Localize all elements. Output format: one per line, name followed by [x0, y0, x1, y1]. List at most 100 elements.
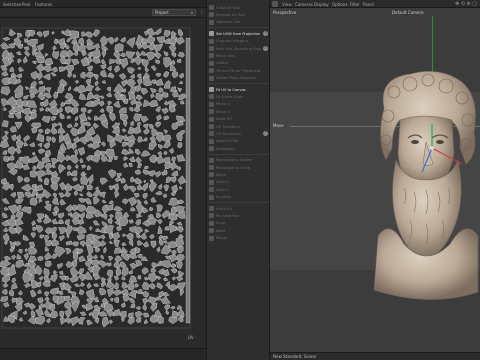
tool-item[interactable]: Align to Grid	[209, 138, 269, 145]
uv-island	[81, 164, 87, 169]
tool-icon	[209, 157, 214, 163]
tool-item[interactable]: Merge	[209, 235, 269, 242]
menu-selection[interactable]: Selection	[3, 2, 21, 7]
help-icon[interactable]: ?	[263, 46, 268, 51]
tool-item[interactable]: Equalize	[209, 194, 269, 201]
tool-item[interactable]: Pin Selection	[209, 212, 269, 219]
tool-item[interactable]: UV Transform	[209, 123, 269, 130]
uv-island	[120, 177, 126, 184]
uv-island	[106, 287, 114, 298]
tool-item[interactable]: Align U	[209, 179, 269, 186]
viewport-icon[interactable]	[272, 1, 278, 7]
menu-display[interactable]: Display	[314, 2, 329, 7]
uv-island	[15, 139, 23, 149]
uv-island	[92, 220, 100, 226]
tool-item[interactable]: Pack UVs (Bounding Box)?	[209, 45, 269, 52]
uv-island	[162, 235, 169, 241]
uv-island	[126, 37, 136, 49]
uv-island	[176, 305, 183, 310]
sculpture-bust[interactable]	[370, 68, 480, 308]
uv-island	[98, 100, 105, 107]
uv-island	[116, 226, 122, 231]
tool-item[interactable]: Cube UV Tool	[209, 4, 269, 11]
uv-island	[2, 274, 10, 284]
uv-island	[18, 290, 23, 296]
tool-item[interactable]: Fit UV to Canvas	[209, 86, 269, 93]
uv-island	[133, 106, 141, 113]
tool-item[interactable]: Terrace Mirror Flattening	[209, 67, 269, 74]
menu-view[interactable]: View	[282, 2, 292, 7]
tool-item[interactable]: Reverse UV Tool	[209, 11, 269, 18]
tool-item[interactable]: Rectangle to Square	[209, 157, 269, 164]
menu-dots-icon[interactable]: ⋮	[199, 9, 204, 15]
tool-item[interactable]: Align V	[209, 186, 269, 193]
uv-island	[58, 126, 66, 134]
tool-item[interactable]: Flatten Polys Mapping	[209, 75, 269, 82]
3d-viewport[interactable]: Perspective Default Camera Move	[270, 8, 480, 352]
uv-island	[66, 233, 70, 239]
help-icon[interactable]: ?	[263, 31, 268, 37]
uv-canvas[interactable]	[0, 18, 206, 348]
uv-island	[78, 37, 84, 45]
tool-item[interactable]: Mirror U	[209, 101, 269, 108]
uv-island	[123, 162, 129, 168]
uv-island	[50, 72, 57, 77]
menu-filter[interactable]: Filter	[350, 2, 360, 7]
uv-island	[86, 282, 92, 289]
uv-island	[134, 283, 140, 288]
uv-island	[106, 262, 112, 267]
uv-island	[85, 31, 93, 38]
tool-item[interactable]: Mirror	[209, 171, 269, 178]
tool-item[interactable]: Weld	[209, 227, 269, 234]
tool-separator	[209, 27, 269, 29]
tool-item[interactable]: Rectangle to Circle	[209, 164, 269, 171]
tool-item[interactable]: Scale UV	[209, 205, 269, 212]
uv-toolbar: Project ▾ ⋮	[0, 8, 206, 18]
tool-item[interactable]: Set UVW from Projection?	[209, 30, 269, 37]
uv-island	[114, 176, 122, 182]
uv-island	[109, 111, 116, 122]
menu-features[interactable]: Features	[35, 2, 52, 7]
uv-island	[178, 72, 185, 79]
uv-island	[44, 309, 51, 318]
tool-item[interactable]: Straighten	[209, 145, 269, 152]
uv-island	[170, 162, 178, 171]
uv-island	[78, 112, 88, 122]
uv-island	[74, 148, 79, 157]
uv-island	[123, 120, 128, 128]
uv-island	[177, 270, 185, 276]
uv-island	[39, 107, 45, 112]
menu-cameras[interactable]: Cameras	[295, 2, 313, 7]
uv-island	[85, 121, 92, 127]
tool-item[interactable]: Optimize UVs	[209, 19, 269, 26]
uv-island	[114, 189, 120, 199]
uv-island	[29, 197, 38, 206]
tool-icon	[209, 60, 214, 66]
menu-options[interactable]: Options	[332, 2, 347, 7]
uv-island	[52, 193, 57, 197]
tool-item[interactable]: Scale UV	[209, 116, 269, 123]
uv-island	[37, 143, 43, 148]
tool-item[interactable]: Relax UVs	[209, 52, 269, 59]
tool-item[interactable]: Mirror V	[209, 108, 269, 115]
tool-item[interactable]: Ungroup Polygons	[209, 38, 269, 45]
tool-item[interactable]: UV Straighten?	[209, 130, 269, 137]
menu-peel[interactable]: Peel	[22, 2, 30, 7]
uv-island	[17, 58, 22, 64]
uv-island	[148, 181, 157, 193]
uv-island	[130, 73, 135, 79]
tool-item[interactable]: Snap	[209, 220, 269, 227]
uv-island	[134, 148, 141, 156]
uv-island	[39, 234, 45, 239]
help-icon[interactable]: ?	[263, 131, 268, 137]
uv-island	[36, 31, 43, 37]
tool-item[interactable]: Unitize	[209, 60, 269, 67]
viewport-nav-icons[interactable]: ✥ ⟲ ⊕ ▢	[455, 1, 477, 7]
tool-label: Unitize	[216, 61, 229, 66]
uv-island	[92, 122, 99, 129]
uv-island	[8, 168, 18, 176]
projection-select[interactable]: Project ▾	[152, 9, 196, 16]
chevron-down-icon: ▾	[190, 10, 193, 15]
menu-panel[interactable]: Panel	[363, 2, 374, 7]
tool-item[interactable]: Fit Active Scale	[209, 93, 269, 100]
